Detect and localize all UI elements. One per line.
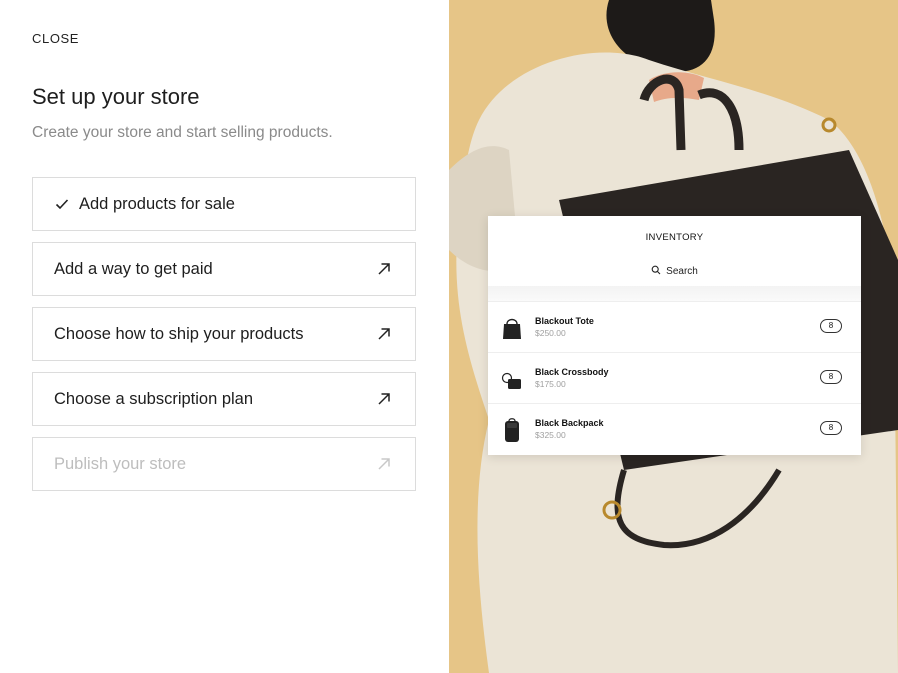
step-label: Add a way to get paid — [54, 259, 213, 278]
product-name: Black Crossbody — [535, 367, 609, 377]
crossbody-bag-icon — [501, 366, 523, 392]
arrow-up-right-icon — [377, 262, 391, 276]
page-title: Set up your store — [32, 84, 200, 109]
inventory-title: INVENTORY — [645, 232, 704, 243]
page-subtitle: Create your store and start selling prod… — [32, 124, 333, 141]
search-icon — [651, 265, 661, 278]
inventory-row[interactable]: Black Crossbody $175.00 8 — [488, 352, 861, 404]
close-button[interactable]: CLOSE — [32, 31, 79, 46]
inventory-row[interactable]: Black Backpack $325.00 8 — [488, 403, 861, 455]
step-label: Choose how to ship your products — [54, 324, 304, 343]
divider — [488, 286, 861, 301]
product-price: $175.00 — [535, 379, 566, 389]
setup-steps-list: Add products for sale Add a way to get p… — [32, 177, 416, 502]
arrow-up-right-icon — [377, 327, 391, 341]
step-get-paid[interactable]: Add a way to get paid — [32, 242, 416, 296]
check-icon — [54, 196, 70, 212]
product-name: Blackout Tote — [535, 316, 594, 326]
quantity-badge: 8 — [820, 319, 842, 333]
arrow-up-right-icon — [377, 392, 391, 406]
step-label: Choose a subscription plan — [54, 389, 254, 408]
search-label: Search — [666, 266, 698, 277]
tote-bag-icon — [501, 315, 523, 341]
inventory-card: INVENTORY Search Blackout Tote $250.00 8… — [488, 216, 861, 455]
inventory-search[interactable]: Search — [488, 265, 861, 278]
arrow-up-right-icon — [377, 457, 391, 471]
product-price: $250.00 — [535, 328, 566, 338]
step-shipping[interactable]: Choose how to ship your products — [32, 307, 416, 361]
step-publish: Publish your store — [32, 437, 416, 491]
step-label: Publish your store — [54, 454, 187, 473]
product-name: Black Backpack — [535, 418, 604, 428]
product-price: $325.00 — [535, 430, 566, 440]
step-add-products[interactable]: Add products for sale — [32, 177, 416, 231]
setup-panel: CLOSE Set up your store Create your stor… — [0, 0, 449, 673]
inventory-row[interactable]: Blackout Tote $250.00 8 — [488, 301, 861, 353]
quantity-badge: 8 — [820, 370, 842, 384]
quantity-badge: 8 — [820, 421, 842, 435]
step-subscription[interactable]: Choose a subscription plan — [32, 372, 416, 426]
backpack-icon — [501, 417, 523, 443]
step-label: Add products for sale — [79, 194, 235, 213]
